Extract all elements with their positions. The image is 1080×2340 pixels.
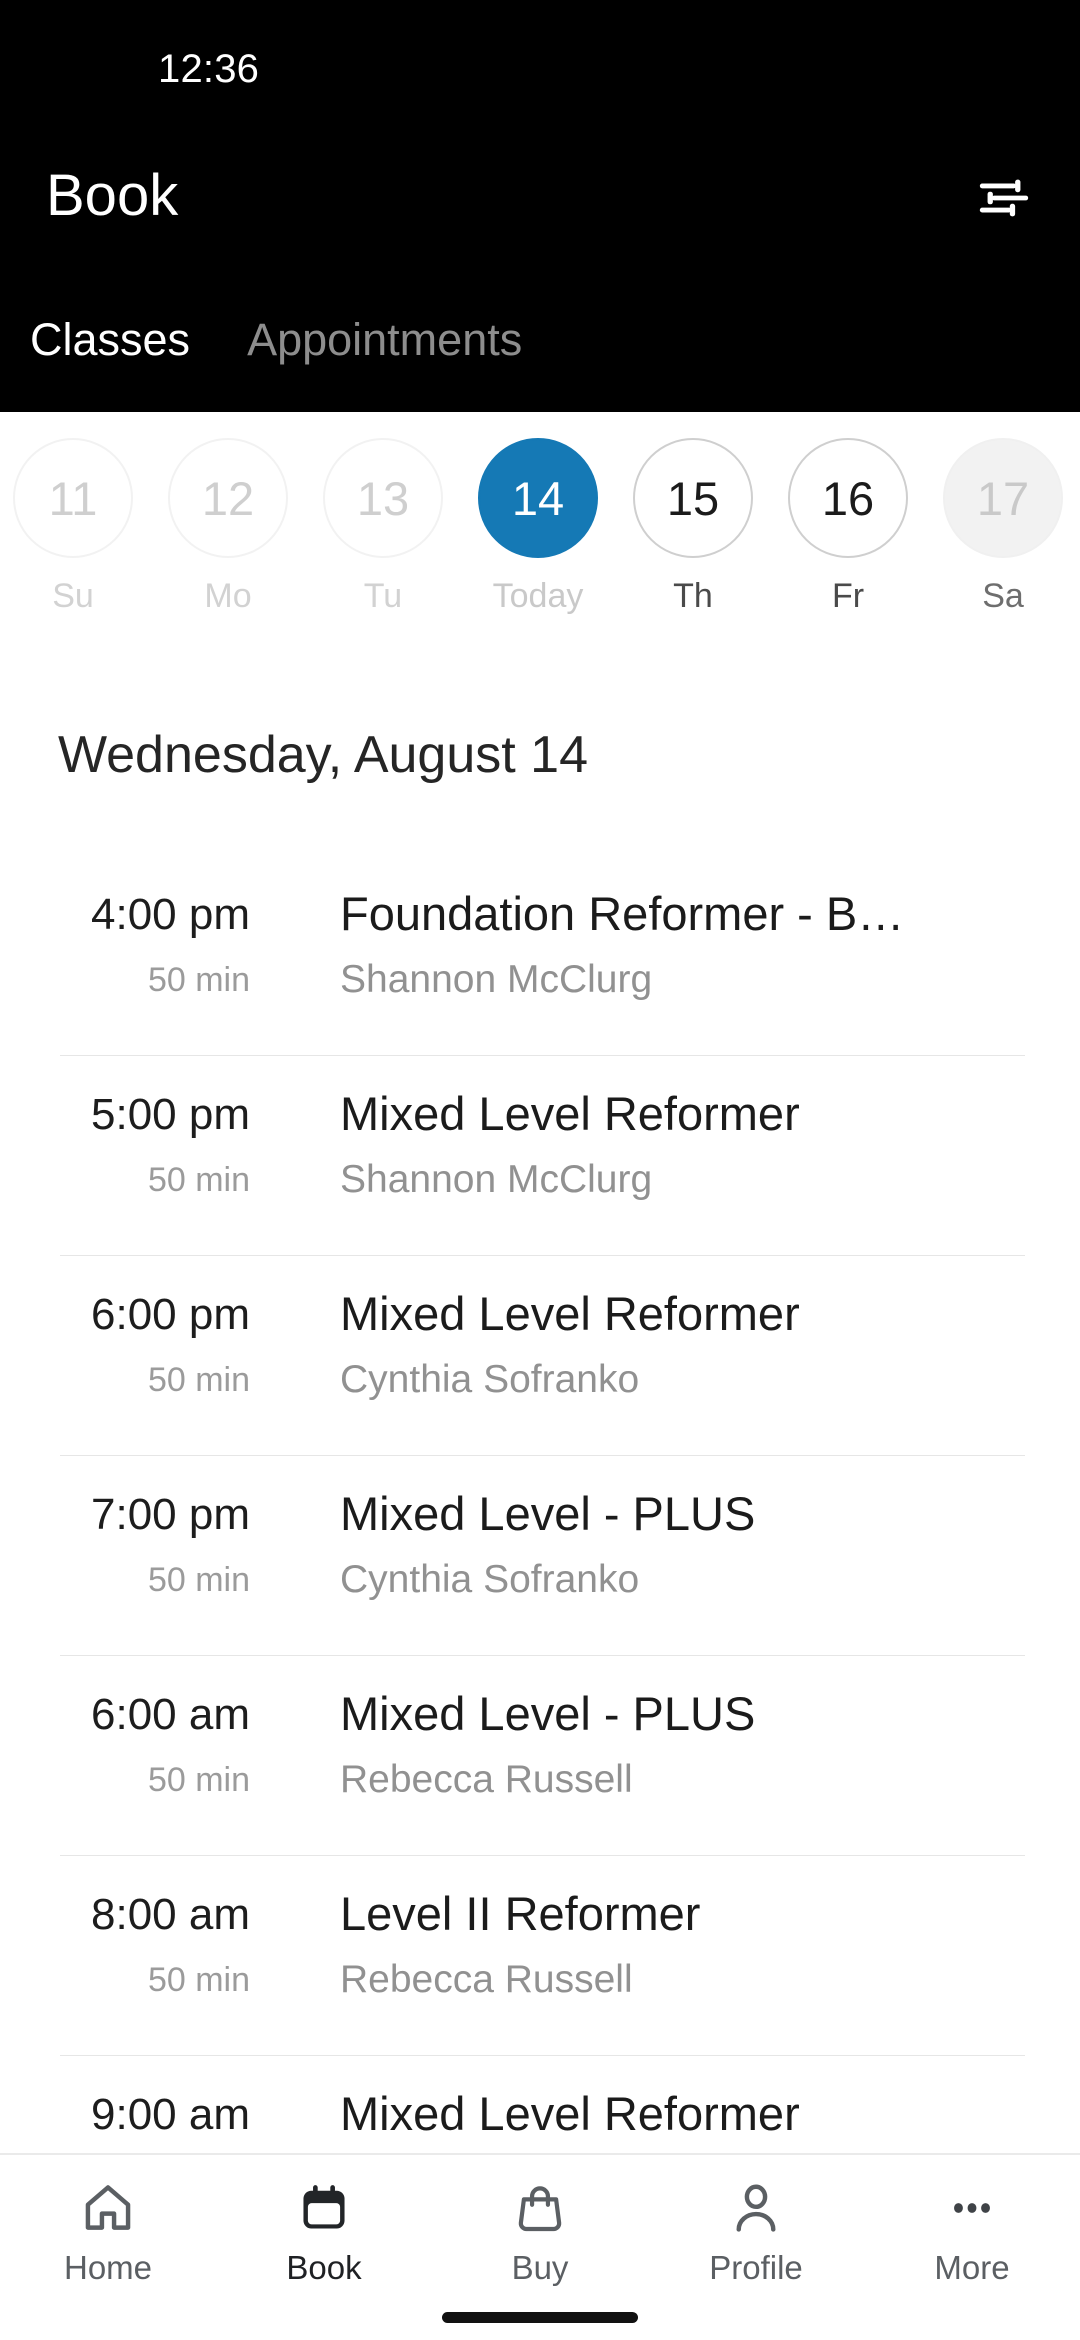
class-instructor: Rebecca Russell [340,1758,633,1801]
class-list-item[interactable]: 6:00 am 50 min Mixed Level - PLUS Rebecc… [0,1655,1080,1855]
class-name: Foundation Reformer - B… [340,887,905,940]
class-time: 8:00 am [91,1890,250,1939]
class-name: Mixed Level Reformer [340,1087,800,1140]
nav-label: Buy [511,2249,569,2286]
date-chip-number: 12 [168,438,288,558]
date-chip-17[interactable]: 17 Sa [926,438,1080,638]
date-chip-weekday: Su [52,577,94,615]
class-instructor: Cynthia Sofranko [340,1558,640,1601]
ellipsis-icon [941,2177,1003,2239]
class-name: Mixed Level Reformer [340,1287,800,1340]
class-instructor: Cynthia Sofranko [340,1358,640,1401]
home-indicator[interactable] [442,2312,638,2323]
date-chip-weekday: Today [492,577,584,615]
class-list-item[interactable]: 9:00 am Mixed Level Reformer [0,2055,1080,2153]
tab-appointments[interactable]: Appointments [247,305,522,375]
nav-item-home[interactable]: Home [0,2155,216,2307]
class-instructor: Rebecca Russell [340,1958,633,2001]
page-title: Book [46,163,179,228]
class-list-item[interactable]: 5:00 pm 50 min Mixed Level Reformer Shan… [0,1055,1080,1255]
class-name: Mixed Level Reformer [340,2087,800,2140]
person-icon [725,2177,787,2239]
status-bar: 12:36 [0,44,1080,94]
date-chip-15[interactable]: 15 Th [616,438,770,638]
date-strip[interactable]: 11 Su 12 Mo 13 Tu 14 Today 15 Th 16 Fr 1… [0,412,1080,660]
calendar-icon [293,2177,355,2239]
date-chip-12[interactable]: 12 Mo [151,438,305,638]
tab-bar: Classes Appointments [0,305,1080,375]
tune-filter-icon [979,179,1029,217]
status-bar-clock: 12:36 [158,47,260,91]
class-time: 6:00 am [91,1690,250,1739]
date-chip-weekday: Tu [363,577,403,615]
class-duration: 50 min [147,1361,250,1399]
date-chip-14-today[interactable]: 14 Today [461,438,615,638]
class-instructor: Shannon McClurg [340,958,653,1001]
date-chip-number: 11 [13,438,133,558]
date-chip-number: 17 [943,438,1063,558]
class-time: 6:00 pm [91,1290,250,1339]
class-duration: 50 min [147,1961,250,1999]
app-header: Book [0,150,1080,242]
date-chip-weekday: Sa [982,577,1024,615]
filter-button[interactable] [968,162,1040,234]
date-chip-weekday: Fr [831,577,865,615]
selected-day-heading: Wednesday, August 14 [58,726,589,784]
class-time: 4:00 pm [91,890,250,939]
date-chip-number: 13 [323,438,443,558]
bottom-navigation: Home Book Buy Profile More [0,2153,1080,2340]
shopping-bag-icon [509,2177,571,2239]
date-chip-number: 15 [633,438,753,558]
class-time: 9:00 am [91,2090,250,2139]
class-duration: 50 min [147,1161,250,1199]
nav-label: Profile [709,2249,803,2286]
nav-item-book[interactable]: Book [216,2155,432,2307]
nav-label: Home [63,2249,153,2286]
class-list-item[interactable]: 8:00 am 50 min Level II Reformer Rebecca… [0,1855,1080,2055]
class-duration: 50 min [147,961,250,999]
class-instructor: Shannon McClurg [340,1158,653,1201]
nav-item-buy[interactable]: Buy [432,2155,648,2307]
class-name: Level II Reformer [340,1887,701,1940]
date-chip-13[interactable]: 13 Tu [306,438,460,638]
date-chip-weekday: Th [673,577,713,615]
tab-classes[interactable]: Classes [30,305,190,375]
nav-item-more[interactable]: More [864,2155,1080,2307]
class-time: 5:00 pm [91,1090,250,1139]
home-icon [77,2177,139,2239]
nav-item-profile[interactable]: Profile [648,2155,864,2307]
class-list-item[interactable]: 4:00 pm 50 min Foundation Reformer - B… … [0,855,1080,1055]
nav-label: Book [286,2249,362,2286]
date-chip-number: 16 [788,438,908,558]
class-list-item[interactable]: 6:00 pm 50 min Mixed Level Reformer Cynt… [0,1255,1080,1455]
date-chip-weekday: Mo [204,577,252,615]
class-name: Mixed Level - PLUS [340,1687,756,1740]
class-name: Mixed Level - PLUS [340,1487,756,1540]
date-chip-16[interactable]: 16 Fr [771,438,925,638]
class-list[interactable]: 4:00 pm 50 min Foundation Reformer - B… … [0,855,1080,2153]
class-list-item[interactable]: 7:00 pm 50 min Mixed Level - PLUS Cynthi… [0,1455,1080,1655]
nav-label: More [934,2249,1010,2286]
date-chip-11[interactable]: 11 Su [0,438,150,638]
class-duration: 50 min [147,1561,250,1599]
class-time: 7:00 pm [91,1490,250,1539]
date-chip-number: 14 [478,438,598,558]
book-classes-screen: 12:36 Book Classes Appointments 11 Su 12… [0,0,1080,2340]
class-duration: 50 min [147,1761,250,1799]
top-bar: 12:36 Book Classes Appointments [0,0,1080,412]
